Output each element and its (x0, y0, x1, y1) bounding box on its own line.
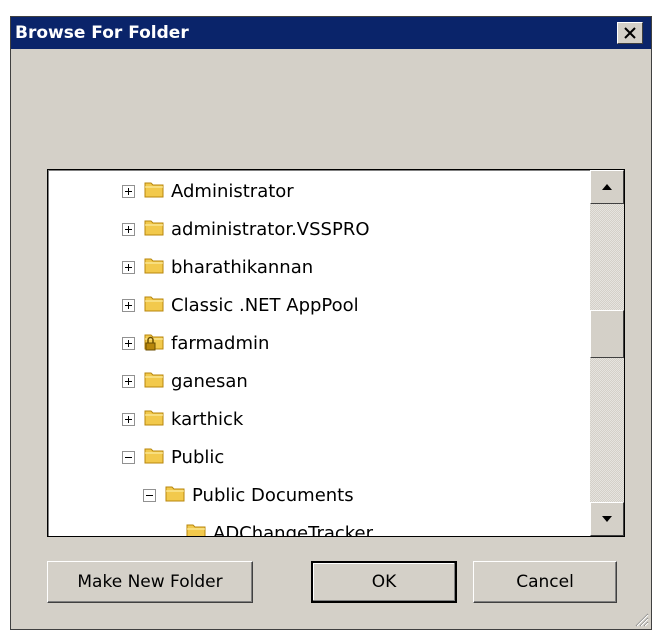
tree-item-label: Administrator (171, 180, 294, 202)
make-new-folder-button[interactable]: Make New Folder (47, 561, 253, 603)
expand-icon[interactable] (122, 374, 135, 388)
locked-folder-icon (143, 330, 165, 356)
tree-item-label: ADChangeTracker (213, 522, 374, 537)
tree-item-label: Classic .NET AppPool (171, 294, 359, 316)
tree-item-label: bharathikannan (171, 256, 314, 278)
tree-item[interactable]: Classic .NET AppPool (122, 286, 359, 324)
dialog-title: Browse For Folder (15, 23, 189, 43)
folder-icon (143, 444, 165, 470)
arrow-up-icon (602, 184, 612, 190)
tree-item[interactable]: ADChangeTracker (164, 514, 373, 536)
tree-item-label: administrator.VSSPRO (171, 218, 370, 240)
title-bar[interactable]: Browse For Folder (11, 17, 651, 49)
expand-icon[interactable] (122, 222, 135, 236)
scroll-thumb[interactable] (590, 310, 624, 358)
expand-icon[interactable] (122, 412, 135, 426)
tree-item-label: karthick (171, 408, 244, 430)
close-button[interactable] (617, 22, 643, 44)
scroll-down-button[interactable] (590, 502, 624, 536)
expand-icon[interactable] (122, 298, 135, 312)
tree-item[interactable]: administrator.VSSPRO (122, 210, 370, 248)
collapse-icon[interactable] (143, 488, 156, 502)
tree-item[interactable]: Public (122, 438, 224, 476)
folder-icon (143, 254, 165, 280)
expand-icon[interactable] (122, 336, 135, 350)
close-icon (624, 27, 636, 39)
tree-item-label: Public (171, 446, 225, 468)
arrow-down-icon (602, 516, 612, 522)
scroll-up-button[interactable] (590, 170, 624, 204)
tree-item[interactable]: Administrator (122, 172, 294, 210)
folder-icon (143, 368, 165, 394)
browse-for-folder-dialog: Browse For Folder Administrator administr… (10, 16, 652, 630)
expand-icon[interactable] (122, 184, 135, 198)
tree-item[interactable]: Public Documents (143, 476, 354, 514)
tree-item[interactable]: ganesan (122, 362, 248, 400)
tree-item-label: farmadmin (171, 332, 270, 354)
expand-icon[interactable] (122, 260, 135, 274)
folder-icon (143, 406, 165, 432)
cancel-button[interactable]: Cancel (473, 561, 617, 603)
tree-item[interactable]: farmadmin (122, 324, 269, 362)
folder-icon (164, 482, 186, 508)
vertical-scrollbar[interactable] (590, 170, 624, 536)
folder-icon (143, 216, 165, 242)
folder-icon (143, 292, 165, 318)
folder-icon (185, 520, 207, 536)
collapse-icon[interactable] (122, 450, 135, 464)
tree-item-label: Public Documents (192, 484, 354, 506)
tree-item-label: ganesan (171, 370, 248, 392)
folder-tree-content: Administrator administrator.VSSPRO bharath… (48, 170, 590, 536)
tree-item[interactable]: bharathikannan (122, 248, 313, 286)
tree-item[interactable]: karthick (122, 400, 243, 438)
folder-tree[interactable]: Administrator administrator.VSSPRO bharath… (47, 169, 625, 537)
ok-button[interactable]: OK (311, 561, 457, 603)
folder-icon (143, 178, 165, 204)
resize-grip-icon[interactable] (633, 611, 649, 627)
